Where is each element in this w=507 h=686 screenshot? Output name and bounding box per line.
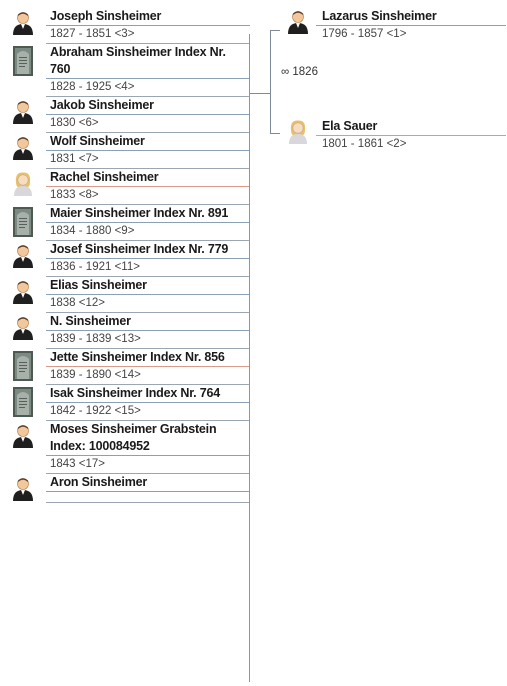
- child-info: Jakob Sinsheimer 1830 <6>: [46, 97, 250, 132]
- child-info: Isak Sinsheimer Index Nr. 764 1842 - 1922…: [46, 385, 250, 420]
- child-info: Jette Sinsheimer Index Nr. 856 1839 - 189…: [46, 349, 250, 384]
- male-avatar-icon: [0, 277, 46, 305]
- child-row[interactable]: Moses Sinsheimer Grabstein Index: 100084…: [0, 421, 250, 473]
- child-dates: 1830 <6>: [50, 117, 99, 129]
- child-name: N. Sinsheimer: [50, 314, 131, 328]
- child-name: Jakob Sinsheimer: [50, 98, 154, 112]
- child-row[interactable]: Jakob Sinsheimer 1830 <6>: [0, 97, 250, 132]
- male-avatar-icon: [0, 313, 46, 341]
- child-dates: 1828 - 1925 <4>: [50, 81, 135, 93]
- father-dates: 1796 - 1857 <1>: [322, 28, 407, 40]
- child-dates: 1834 - 1880 <9>: [50, 225, 135, 237]
- child-name: Wolf Sinsheimer: [50, 134, 145, 148]
- children-bracket-line: [249, 34, 250, 682]
- child-info: Wolf Sinsheimer 1831 <7>: [46, 133, 250, 168]
- mother-dates: 1801 - 1861 <2>: [322, 138, 407, 150]
- child-name: Jette Sinsheimer Index Nr. 856: [50, 350, 225, 364]
- connector-horizontal: [250, 93, 270, 94]
- female-avatar-icon: [0, 169, 46, 197]
- child-info: Josef Sinsheimer Index Nr. 779 1836 - 192…: [46, 241, 250, 276]
- male-avatar-icon: [0, 97, 46, 125]
- gravestone-photo-icon: [0, 205, 46, 237]
- child-info: Maier Sinsheimer Index Nr. 891 1834 - 188…: [46, 205, 250, 240]
- children-list: Joseph Sinsheimer 1827 - 1851 <3> Abraham …: [0, 8, 250, 503]
- child-dates: 1839 - 1890 <14>: [50, 369, 141, 381]
- mother-name: Ela Sauer: [322, 119, 378, 133]
- child-dates: 1833 <8>: [50, 189, 99, 201]
- child-info: Aron Sinsheimer: [46, 474, 250, 492]
- connector-mother: [270, 133, 280, 134]
- child-name: Aron Sinsheimer: [50, 475, 148, 489]
- child-info: Joseph Sinsheimer 1827 - 1851 <3>: [46, 8, 250, 43]
- child-row[interactable]: N. Sinsheimer 1839 - 1839 <13>: [0, 313, 250, 348]
- male-avatar-icon: [0, 8, 46, 36]
- child-name: Abraham Sinsheimer Index Nr. 760: [50, 45, 226, 76]
- child-row[interactable]: Aron Sinsheimer: [0, 474, 250, 502]
- male-avatar-icon: [0, 421, 46, 449]
- child-info: N. Sinsheimer 1839 - 1839 <13>: [46, 313, 250, 348]
- child-info: Moses Sinsheimer Grabstein Index: 100084…: [46, 421, 250, 473]
- child-row[interactable]: Jette Sinsheimer Index Nr. 856 1839 - 189…: [0, 349, 250, 384]
- child-name: Isak Sinsheimer Index Nr. 764: [50, 386, 220, 400]
- child-name: Elias Sinsheimer: [50, 278, 147, 292]
- connector-vertical: [270, 30, 271, 134]
- child-row[interactable]: Joseph Sinsheimer 1827 - 1851 <3>: [0, 8, 250, 43]
- child-row[interactable]: Rachel Sinsheimer 1833 <8>: [0, 169, 250, 204]
- child-row[interactable]: Isak Sinsheimer Index Nr. 764 1842 - 1922…: [0, 385, 250, 420]
- child-dates: 1836 - 1921 <11>: [50, 261, 140, 273]
- child-row[interactable]: Wolf Sinsheimer 1831 <7>: [0, 133, 250, 168]
- gravestone-photo-icon: [0, 385, 46, 417]
- marriage-label: ∞ 1826: [281, 66, 318, 78]
- male-avatar-icon: [0, 133, 46, 161]
- child-name: Josef Sinsheimer Index Nr. 779: [50, 242, 229, 256]
- child-dates: 1838 <12>: [50, 297, 106, 309]
- male-avatar-icon: [280, 8, 316, 35]
- child-dates: 1831 <7>: [50, 153, 99, 165]
- child-info: Elias Sinsheimer 1838 <12>: [46, 277, 250, 312]
- child-name: Joseph Sinsheimer: [50, 9, 162, 23]
- mother-card[interactable]: Ela Sauer 1801 - 1861 <2>: [280, 118, 506, 153]
- child-dates: 1839 - 1839 <13>: [50, 333, 141, 345]
- child-name: Moses Sinsheimer Grabstein Index: 100084…: [50, 422, 217, 453]
- child-info: Abraham Sinsheimer Index Nr. 760 1828 - 1…: [46, 44, 250, 96]
- child-row[interactable]: Elias Sinsheimer 1838 <12>: [0, 277, 250, 312]
- child-dates: 1842 - 1922 <15>: [50, 405, 141, 417]
- child-info: Rachel Sinsheimer 1833 <8>: [46, 169, 250, 204]
- gravestone-photo-icon: [0, 349, 46, 381]
- gravestone-photo-icon: [0, 44, 46, 76]
- child-row[interactable]: Maier Sinsheimer Index Nr. 891 1834 - 188…: [0, 205, 250, 240]
- child-name: Rachel Sinsheimer: [50, 170, 159, 184]
- child-bottom-rule: [46, 502, 250, 503]
- child-dates: 1843 <17>: [50, 458, 106, 470]
- father-name: Lazarus Sinsheimer: [322, 9, 437, 23]
- connector-father: [270, 30, 280, 31]
- male-avatar-icon: [0, 474, 46, 502]
- child-row[interactable]: Abraham Sinsheimer Index Nr. 760 1828 - 1…: [0, 44, 250, 96]
- child-dates: 1827 - 1851 <3>: [50, 28, 135, 40]
- father-card[interactable]: Lazarus Sinsheimer 1796 - 1857 <1>: [280, 8, 506, 43]
- female-avatar-icon: [280, 118, 316, 145]
- child-row[interactable]: Josef Sinsheimer Index Nr. 779 1836 - 192…: [0, 241, 250, 276]
- child-separator: [46, 491, 250, 492]
- child-name: Maier Sinsheimer Index Nr. 891: [50, 206, 229, 220]
- male-avatar-icon: [0, 241, 46, 269]
